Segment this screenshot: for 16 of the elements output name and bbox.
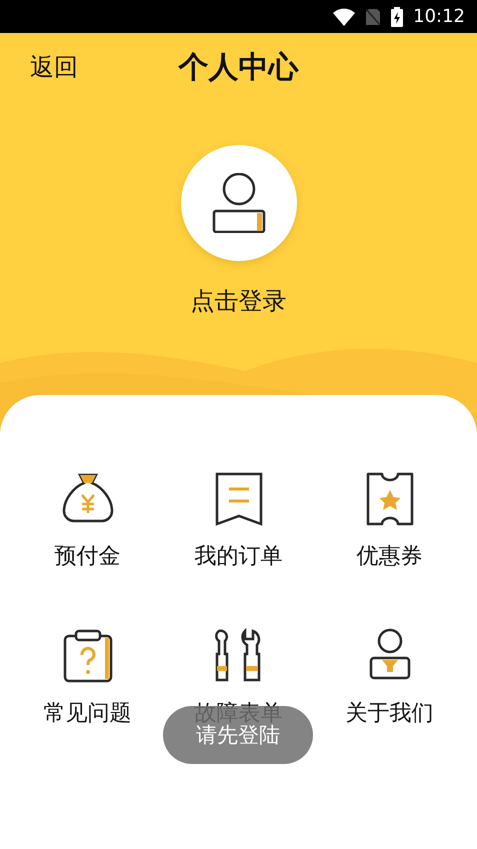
clock-time: 10:12 [413, 6, 465, 27]
clipboard-question-icon [62, 628, 114, 684]
back-button[interactable]: 返回 [30, 51, 78, 83]
menu-label[interactable]: 常见问题 [44, 698, 132, 728]
menu-label[interactable]: 我的订单 [194, 541, 282, 571]
ticket-icon [364, 471, 414, 527]
page-title: 个人中心 [178, 50, 298, 84]
bookmark-icon [214, 471, 264, 527]
menu-label[interactable]: 关于我们 [346, 698, 434, 728]
battery-charging-icon [391, 6, 404, 26]
menu-label[interactable]: 优惠券 [356, 541, 422, 571]
person-icon [212, 173, 266, 233]
wifi-icon [333, 8, 356, 26]
login-link[interactable]: 点击登录 [190, 285, 286, 317]
menu-label[interactable]: 预付金 [54, 541, 120, 571]
no-sim-icon [365, 8, 382, 26]
